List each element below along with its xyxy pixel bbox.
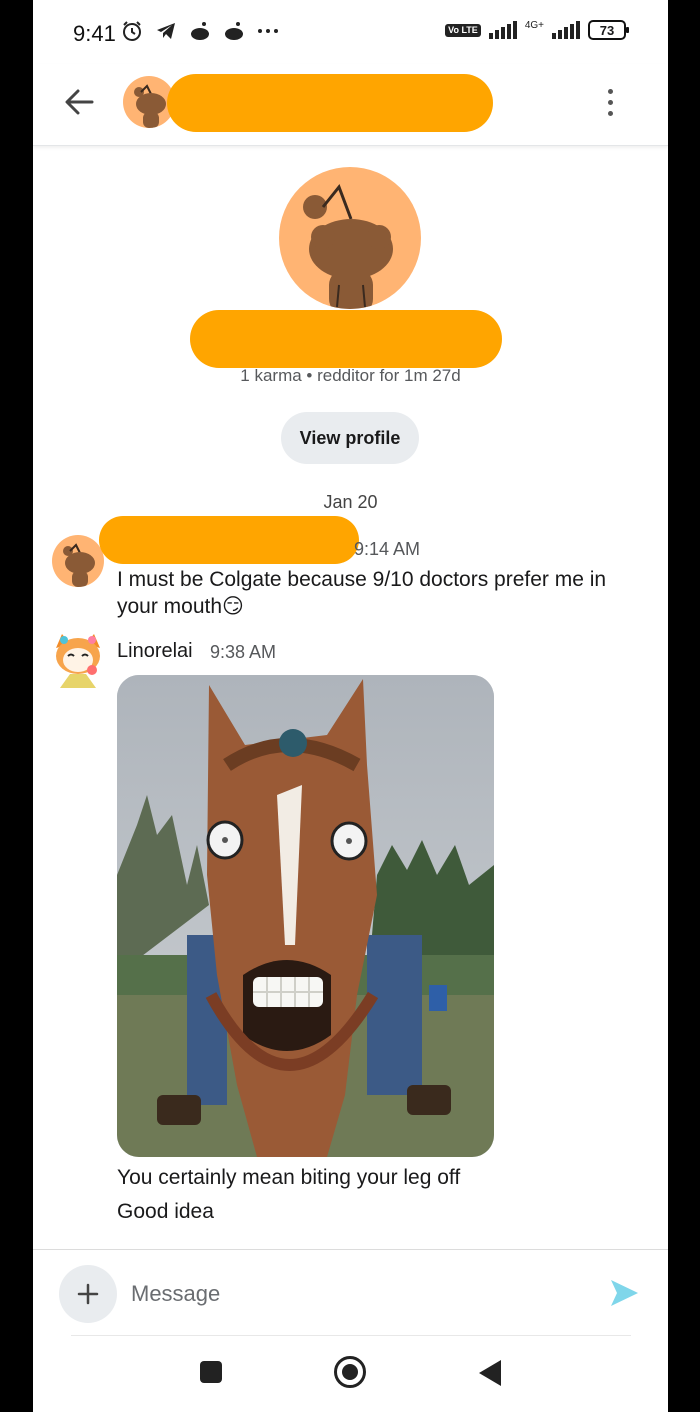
horse-photo bbox=[117, 675, 494, 1157]
redacted-display-name bbox=[190, 310, 502, 368]
battery-icon: 73 bbox=[588, 20, 629, 40]
app-screen: 9:41 Vo LTE 4G+ 73 1 karma • redditor fo… bbox=[33, 0, 668, 1412]
volte-badge: Vo LTE bbox=[445, 23, 481, 37]
chat-header bbox=[33, 64, 668, 146]
send-button[interactable] bbox=[607, 1276, 641, 1310]
message-time: 9:14 AM bbox=[354, 539, 421, 559]
signal-icon-2 bbox=[552, 21, 580, 39]
sender-avatar[interactable] bbox=[50, 630, 106, 688]
send-icon bbox=[611, 1280, 638, 1306]
more-notifications-icon bbox=[258, 29, 278, 33]
redacted-username bbox=[167, 74, 493, 132]
status-bar: 9:41 Vo LTE 4G+ 73 bbox=[33, 0, 668, 64]
dot-icon bbox=[607, 110, 613, 116]
back-button[interactable] bbox=[59, 82, 99, 122]
anime-cat-avatar-icon bbox=[56, 634, 100, 688]
snoo-avatar-icon bbox=[63, 543, 95, 587]
redacted-sender-name bbox=[99, 516, 359, 564]
message-text: You certainly mean biting your leg off bbox=[117, 1166, 461, 1189]
message-input[interactable] bbox=[131, 1272, 591, 1316]
composer-divider bbox=[33, 1249, 668, 1250]
recent-apps-button[interactable] bbox=[200, 1361, 222, 1383]
signal-icon bbox=[488, 21, 517, 39]
date-divider: Jan 20 bbox=[323, 492, 378, 512]
screen-edge-right bbox=[668, 0, 700, 1412]
add-attachment-button[interactable] bbox=[59, 1265, 117, 1323]
dot-icon bbox=[607, 99, 613, 105]
home-icon bbox=[342, 1364, 358, 1380]
message-text: I must be Colgate because 9/10 doctors p… bbox=[117, 568, 607, 618]
message-author[interactable]: Linorelai bbox=[117, 640, 193, 663]
system-status-icons: Vo LTE 4G+ 73 bbox=[445, 20, 629, 40]
composer-bottom-line bbox=[71, 1335, 631, 1336]
snoo-avatar-icon bbox=[303, 184, 393, 309]
more-options-button[interactable] bbox=[598, 82, 622, 122]
profile-karma-age: 1 karma • redditor for 1m 27d bbox=[240, 366, 461, 385]
reddit-notification-icon-2 bbox=[225, 22, 243, 40]
image-attachment[interactable] bbox=[117, 675, 494, 1157]
arrow-left-icon bbox=[65, 89, 94, 115]
alarm-icon bbox=[123, 21, 141, 41]
status-time: 9:41 bbox=[73, 21, 116, 46]
notification-icons bbox=[121, 20, 279, 42]
home-button[interactable] bbox=[334, 1356, 366, 1388]
sender-avatar[interactable] bbox=[52, 535, 104, 587]
telegram-icon bbox=[157, 23, 175, 39]
network-type-label: 4G+ bbox=[524, 20, 544, 31]
dot-icon bbox=[607, 88, 613, 94]
message-text: Good idea bbox=[117, 1200, 214, 1223]
system-back-button[interactable] bbox=[479, 1360, 501, 1386]
reddit-notification-icon bbox=[191, 22, 209, 40]
message-time: 9:38 AM bbox=[210, 642, 277, 662]
view-profile-button[interactable]: View profile bbox=[281, 412, 419, 464]
plus-icon bbox=[77, 1283, 99, 1305]
screen-edge-left bbox=[0, 0, 33, 1412]
profile-avatar[interactable] bbox=[279, 167, 421, 309]
